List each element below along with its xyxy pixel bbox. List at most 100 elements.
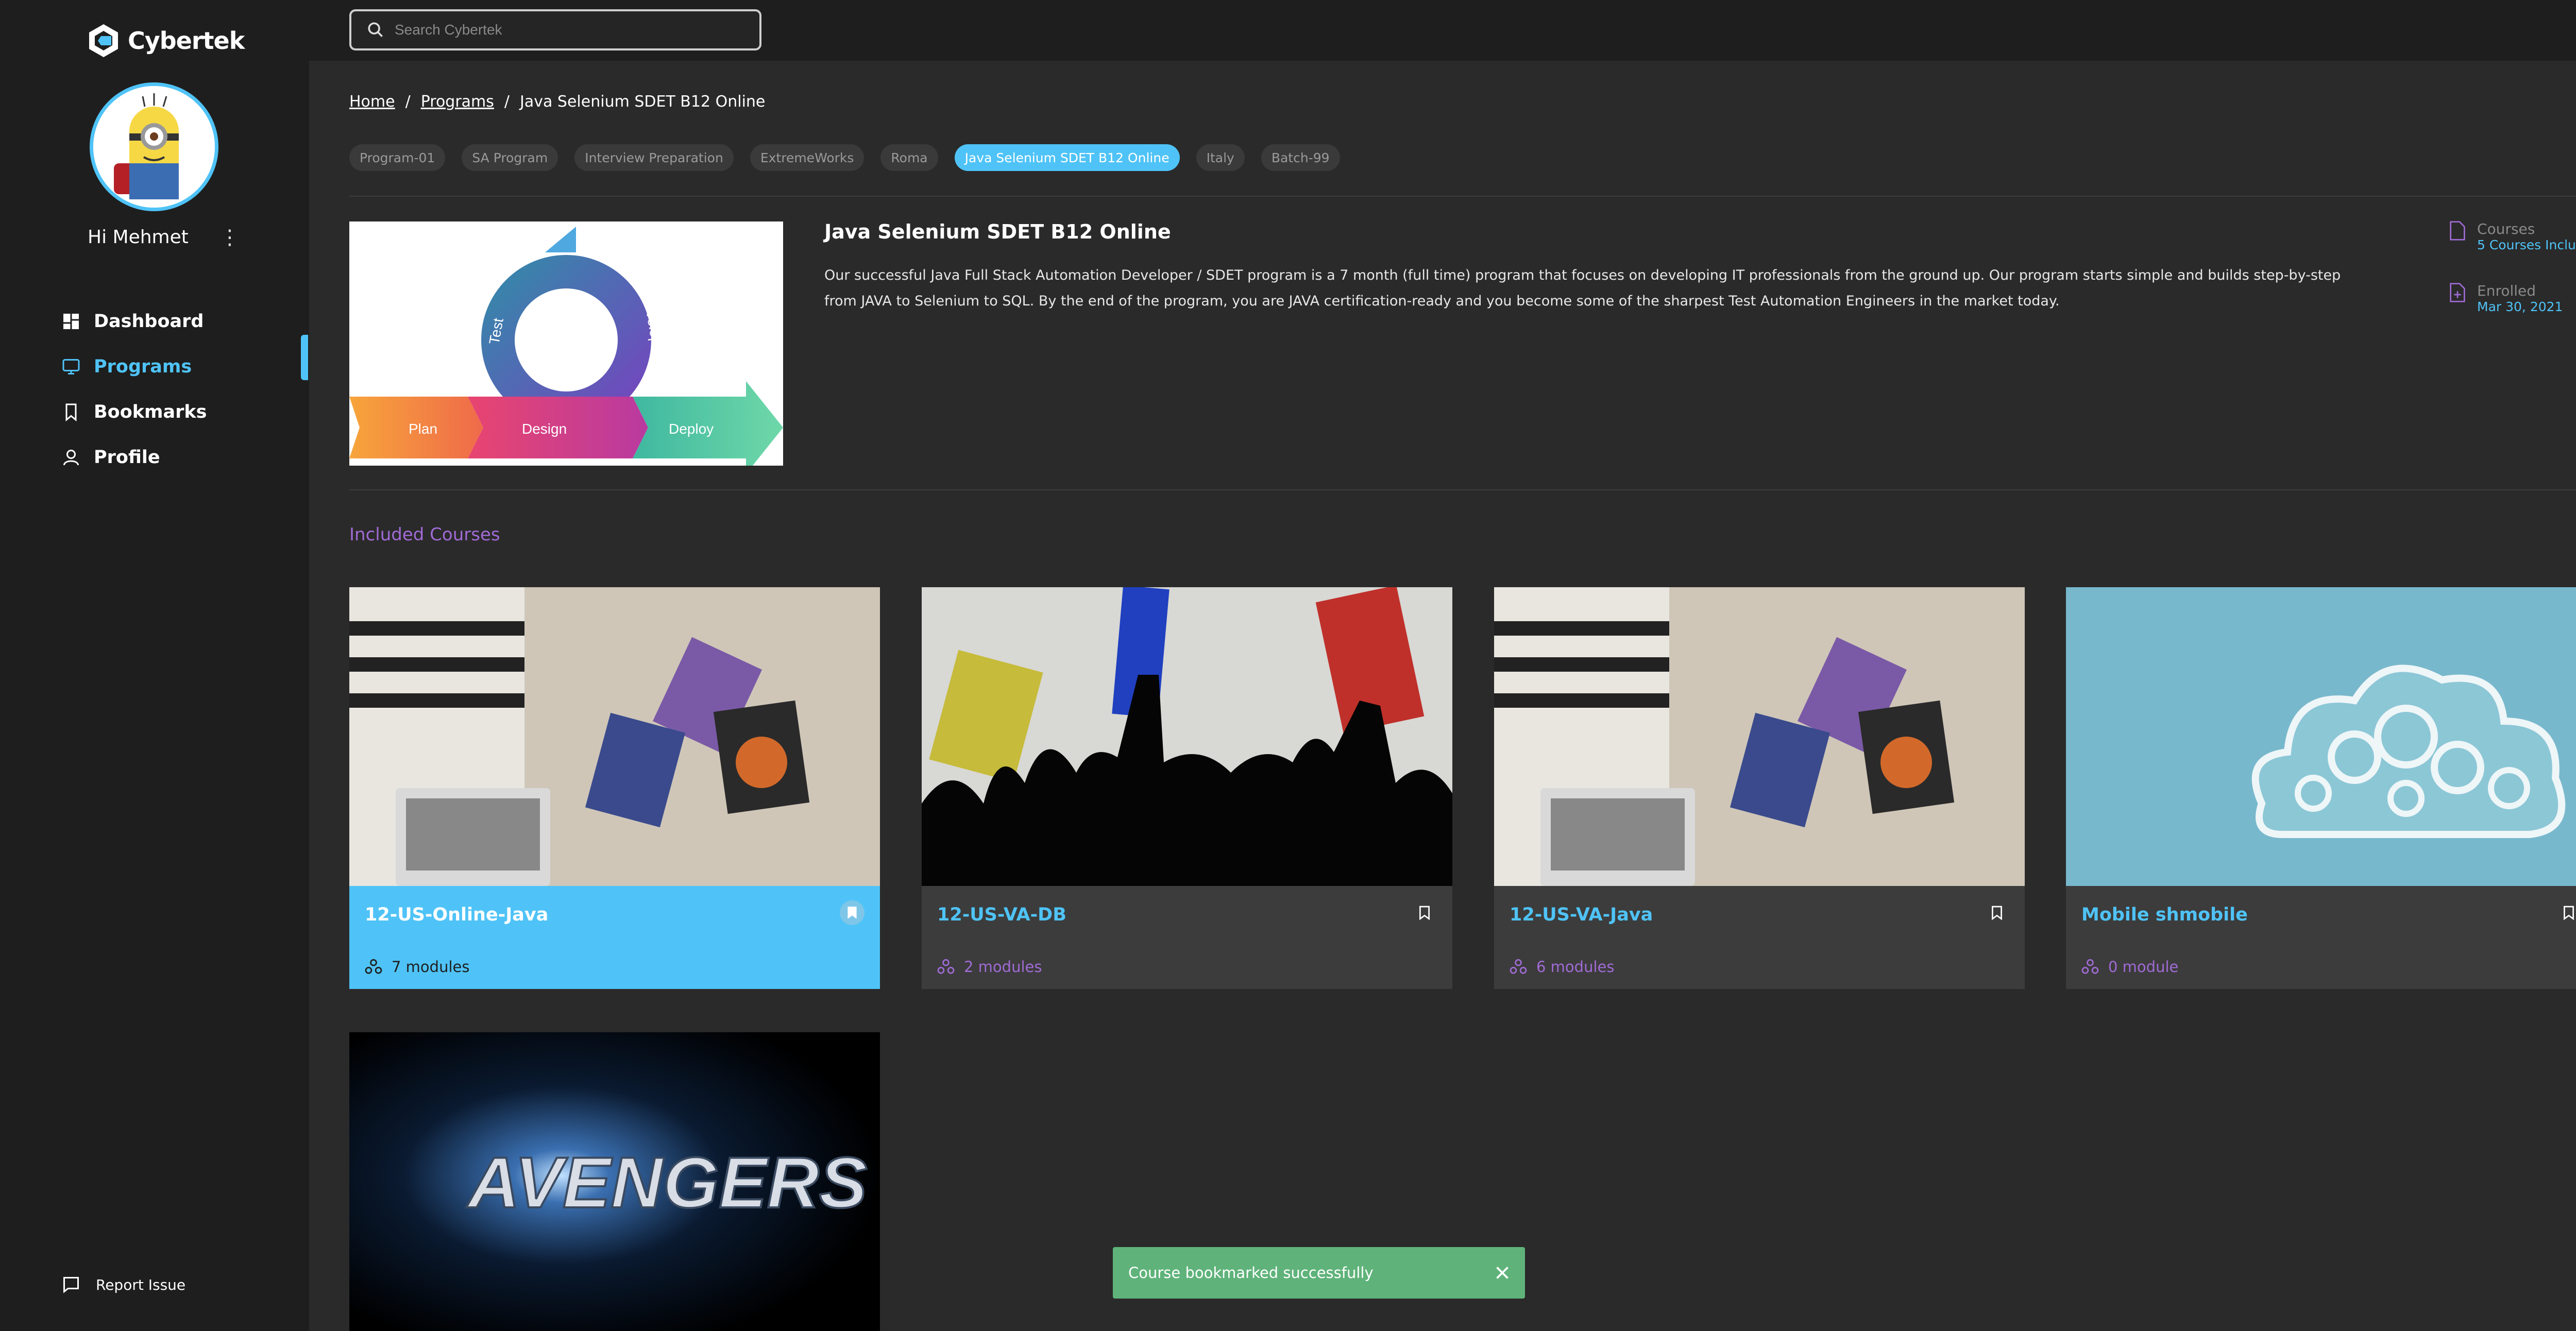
course-title[interactable]: 12-US-VA-DB: [937, 905, 1066, 925]
course-image: [2066, 587, 2576, 886]
modules-icon: [937, 959, 955, 974]
course-modules: 2 modules: [937, 958, 1042, 976]
app-root: Cybertek Hi Mehmet ⋮ Dashboard Programs …: [0, 0, 2576, 1331]
divider: [349, 489, 2576, 490]
bookmark-icon: [65, 403, 77, 421]
included-courses-heading: Included Courses: [349, 524, 500, 545]
bookmark-filled-icon: [848, 907, 857, 919]
report-issue-button[interactable]: Report Issue: [62, 1275, 185, 1294]
search-icon: [368, 22, 383, 38]
design-label: Design: [522, 421, 567, 437]
course-card[interactable]: AVENGERS: [349, 1032, 880, 1331]
enrolled-label: Enrolled: [2477, 282, 2536, 299]
sidebar: Cybertek Hi Mehmet ⋮ Dashboard Programs …: [0, 0, 309, 1331]
program-image: Plan Design Deploy Test Develop: [349, 221, 783, 466]
bookmark-icon: [1992, 906, 2002, 920]
sidebar-item-profile[interactable]: Profile: [62, 435, 207, 480]
course-modules: 0 module: [2081, 958, 2178, 976]
breadcrumb-programs[interactable]: Programs: [421, 93, 494, 111]
bookmark-button[interactable]: [1985, 900, 2009, 925]
divider: [349, 196, 2576, 197]
course-title[interactable]: 12-US-Online-Java: [365, 905, 548, 925]
tag-chip[interactable]: Program-01: [349, 144, 446, 171]
search-box[interactable]: [349, 9, 761, 50]
avatar[interactable]: [90, 82, 218, 211]
tag-chip-active[interactable]: Java Selenium SDET B12 Online: [954, 144, 1180, 171]
program-description: Our successful Java Full Stack Automatio…: [824, 267, 2341, 309]
more-options-icon[interactable]: ⋮: [219, 227, 240, 248]
enrolled-meta: Enrolled Mar 30, 2021: [2449, 282, 2563, 314]
monitor-icon: [62, 359, 80, 374]
course-title[interactable]: Mobile shmobile: [2081, 905, 2248, 925]
app-name: Cybertek: [128, 27, 245, 55]
breadcrumb-current: Java Selenium SDET B12 Online: [520, 93, 766, 111]
user-icon: [63, 450, 79, 466]
course-card[interactable]: 12-US-Online-Java 7 modules: [349, 587, 880, 989]
avengers-title: AVENGERS: [466, 1142, 867, 1223]
modules-count: 0 module: [2108, 958, 2179, 976]
modules-icon: [2081, 959, 2099, 974]
sidebar-item-label: Profile: [94, 447, 160, 468]
sidebar-item-dashboard[interactable]: Dashboard: [62, 299, 207, 344]
sidebar-item-programs[interactable]: Programs: [62, 344, 207, 389]
bookmark-icon: [1419, 906, 1430, 920]
active-nav-indicator: [301, 335, 308, 380]
course-image: [1494, 587, 2025, 886]
modules-count: 2 modules: [964, 958, 1042, 976]
breadcrumb-separator: /: [504, 93, 510, 111]
sidebar-item-label: Bookmarks: [94, 402, 207, 422]
top-bar: [309, 0, 2576, 61]
sidebar-item-label: Programs: [94, 356, 192, 377]
modules-count: 6 modules: [1536, 958, 1615, 976]
breadcrumb: Home / Programs / Java Selenium SDET B12…: [349, 93, 765, 111]
toast-notification: Course bookmarked successfully: [1113, 1247, 1525, 1299]
course-card[interactable]: 12-US-VA-DB 2 modules: [922, 587, 1452, 989]
courses-meta: Courses 5 Courses Included: [2449, 220, 2576, 252]
tag-chip[interactable]: ExtremeWorks: [750, 144, 865, 171]
courses-value: 5 Courses Included: [2477, 237, 2576, 252]
modules-count: 7 modules: [392, 958, 470, 976]
bookmark-button[interactable]: [2556, 900, 2576, 925]
course-modules: 7 modules: [365, 958, 469, 976]
logo[interactable]: Cybertek: [86, 23, 245, 59]
user-greeting: Hi Mehmet ⋮: [88, 227, 240, 248]
greeting-text: Hi Mehmet: [88, 227, 189, 248]
enrolled-value: Mar 30, 2021: [2477, 299, 2563, 314]
program-tags: Program-01 SA Program Interview Preparat…: [349, 144, 1340, 171]
course-title[interactable]: 12-US-VA-Java: [1510, 905, 1653, 925]
bookmark-button[interactable]: [840, 900, 865, 925]
document-icon: [2450, 221, 2465, 241]
tag-chip[interactable]: Batch-99: [1261, 144, 1340, 171]
sidebar-item-bookmarks[interactable]: Bookmarks: [62, 389, 207, 435]
bookmark-button[interactable]: [1412, 900, 1437, 925]
breadcrumb-home[interactable]: Home: [349, 93, 395, 111]
search-input[interactable]: [395, 22, 704, 38]
sidebar-nav: Dashboard Programs Bookmarks Profile: [62, 299, 207, 480]
enrolled-icon: [2450, 283, 2465, 302]
report-issue-label: Report Issue: [96, 1276, 186, 1293]
tag-chip[interactable]: SA Program: [462, 144, 558, 171]
modules-icon: [1510, 959, 1527, 974]
message-icon: [63, 1277, 79, 1293]
deploy-label: Deploy: [669, 421, 714, 437]
course-card[interactable]: Mobile shmobile 0 module: [2066, 587, 2576, 989]
course-image: [349, 587, 880, 886]
toast-message: Course bookmarked successfully: [1128, 1264, 1374, 1282]
course-modules: 6 modules: [1510, 958, 1614, 976]
course-image: AVENGERS: [349, 1032, 880, 1331]
course-image: [922, 587, 1452, 886]
tag-chip[interactable]: Roma: [880, 144, 938, 171]
close-icon[interactable]: [1493, 1264, 1512, 1282]
dashboard-icon: [63, 314, 79, 329]
minion-avatar-image: [93, 86, 215, 208]
tag-chip[interactable]: Interview Preparation: [574, 144, 734, 171]
course-card[interactable]: 12-US-VA-Java 6 modules: [1494, 587, 2025, 989]
plan-label: Plan: [409, 421, 437, 437]
cybertek-logo-icon: [89, 24, 118, 57]
sidebar-item-label: Dashboard: [94, 311, 204, 332]
courses-label: Courses: [2477, 220, 2535, 237]
program-title: Java Selenium SDET B12 Online: [824, 220, 1171, 243]
breadcrumb-separator: /: [405, 93, 411, 111]
tag-chip[interactable]: Italy: [1196, 144, 1245, 171]
bookmark-icon: [2564, 906, 2574, 920]
